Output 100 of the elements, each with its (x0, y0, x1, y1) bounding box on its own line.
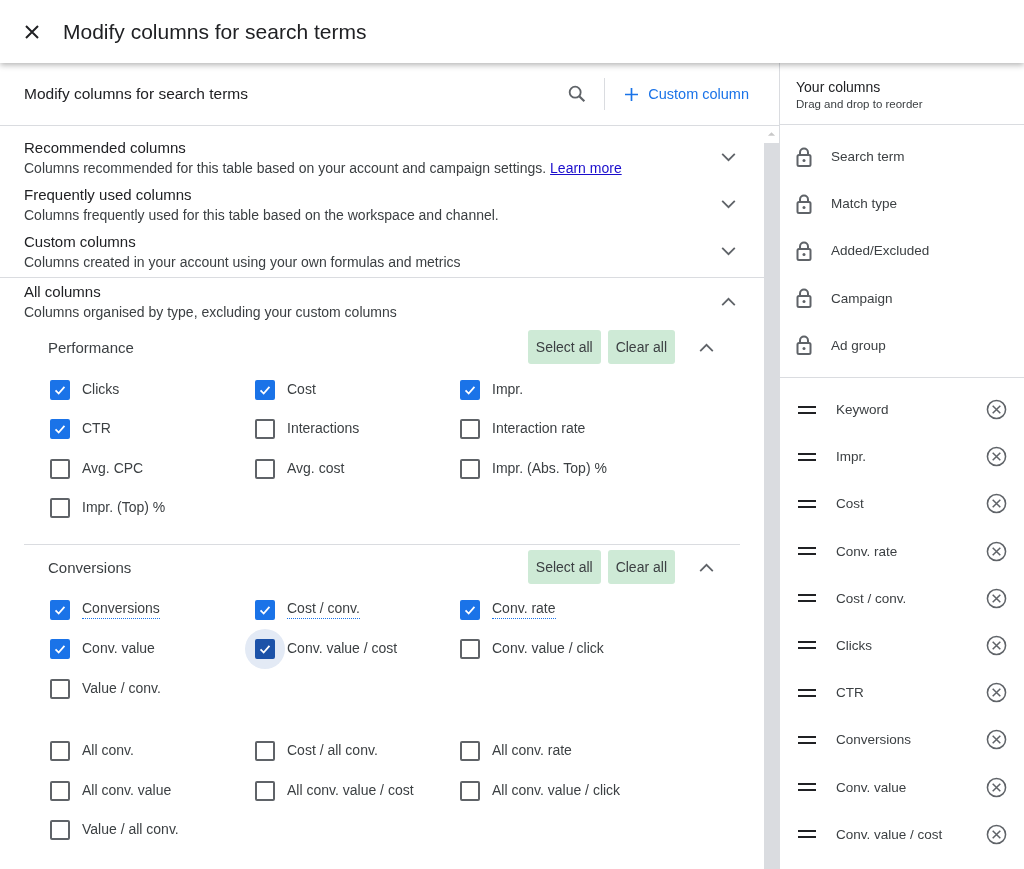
clear-all-button[interactable]: Clear all (607, 330, 675, 364)
drag-handle-icon[interactable] (798, 830, 816, 839)
column-name: CTR (836, 685, 865, 701)
checkbox-label: Interaction rate (492, 420, 586, 439)
checkbox[interactable] (50, 419, 70, 440)
checkbox[interactable] (255, 458, 275, 479)
checkbox-label: Clicks (82, 380, 120, 399)
category-description: Columns created in your account using your own formulas and metrics (24, 252, 462, 272)
checkbox[interactable] (50, 820, 70, 841)
learn-more-link[interactable]: Learn more (550, 159, 622, 176)
drag-handle-icon[interactable] (798, 547, 816, 556)
checkbox[interactable] (255, 741, 275, 762)
checkbox-label: Avg. CPC (82, 459, 144, 478)
column-name: Cost (836, 496, 865, 512)
checkbox[interactable] (460, 379, 480, 400)
category-title: Recommended columns (24, 137, 187, 158)
checkbox-label: Cost / conv. (287, 600, 360, 620)
chevron-up-icon[interactable] (699, 562, 714, 572)
checkbox[interactable] (50, 458, 70, 479)
drag-handle-icon[interactable] (798, 452, 816, 461)
column-name: Keyword (836, 402, 890, 418)
checkbox[interactable] (460, 419, 480, 440)
checkbox[interactable] (255, 599, 275, 620)
remove-icon[interactable] (986, 493, 1007, 515)
drag-handle-icon[interactable] (798, 688, 816, 697)
checkbox-label: All conv. value / click (492, 781, 621, 800)
checkbox[interactable] (460, 458, 480, 479)
checkbox[interactable] (50, 599, 70, 620)
remove-icon[interactable] (986, 682, 1007, 704)
remove-icon[interactable] (986, 729, 1007, 751)
checkbox[interactable] (255, 419, 275, 440)
drag-handle-icon[interactable] (798, 594, 816, 603)
column-name: Conversions (836, 732, 913, 748)
checkbox[interactable] (460, 599, 480, 620)
checkbox-label: Value / all conv. (82, 821, 179, 840)
checkbox-label: Avg. cost (287, 459, 345, 478)
checkbox-label: Conv. rate (492, 600, 556, 620)
column-name: Search term (831, 149, 905, 165)
category-description: Columns organised by type, excluding your custom columns (24, 302, 398, 322)
remove-icon[interactable] (986, 776, 1007, 798)
plus-icon (625, 87, 639, 101)
checkbox-label: Impr. (Abs. Top) % (492, 459, 607, 478)
remove-icon[interactable] (986, 399, 1007, 421)
checkbox-label: Conversions (82, 600, 160, 620)
group-title: Conversions (48, 558, 133, 576)
remove-icon[interactable] (986, 823, 1007, 845)
panel-subtitle: Drag and drop to reorder (796, 98, 924, 110)
remove-icon[interactable] (986, 587, 1007, 609)
checkbox-label: Interactions (287, 420, 360, 439)
drag-handle-icon[interactable] (798, 735, 816, 744)
chevron-down-icon[interactable] (721, 247, 736, 256)
custom-column-button[interactable]: Custom column (623, 82, 755, 106)
select-all-button[interactable]: Select all (527, 550, 601, 584)
checkbox[interactable] (50, 498, 70, 519)
category-title: Frequently used columns (24, 184, 193, 205)
column-name: Conv. rate (836, 543, 899, 559)
chevron-up-icon[interactable] (699, 342, 714, 352)
checkbox-label: Impr. (Top) % (82, 499, 166, 518)
checkbox[interactable] (50, 780, 70, 801)
checkbox[interactable] (50, 639, 70, 660)
drag-handle-icon[interactable] (798, 499, 816, 508)
checkbox[interactable] (460, 639, 480, 660)
lock-icon (796, 288, 812, 309)
chevron-down-icon[interactable] (721, 200, 736, 209)
checkbox[interactable] (50, 379, 70, 400)
checkbox-label: Conv. value / click (492, 640, 604, 659)
remove-icon[interactable] (986, 446, 1007, 468)
chevron-up-icon[interactable] (721, 297, 736, 306)
chevron-down-icon[interactable] (721, 153, 736, 162)
checkbox[interactable] (460, 780, 480, 801)
checkbox[interactable] (255, 379, 275, 400)
column-name: Campaign (831, 290, 893, 306)
drag-handle-icon[interactable] (798, 405, 816, 414)
checkbox-label: Cost (287, 380, 316, 399)
category-description: Columns frequently used for this table based on the workspace and channel. (24, 205, 500, 225)
close-icon[interactable] (24, 23, 40, 40)
drag-handle-icon[interactable] (798, 641, 816, 650)
checkbox[interactable] (50, 678, 70, 699)
remove-icon[interactable] (986, 634, 1007, 656)
remove-icon[interactable] (986, 540, 1007, 562)
checkbox[interactable] (460, 741, 480, 762)
drag-handle-icon[interactable] (798, 783, 816, 792)
lock-icon (796, 335, 812, 356)
panel-title: Modify columns for search terms (24, 85, 249, 103)
checkbox-label: CTR (82, 420, 111, 439)
lock-icon (796, 193, 812, 214)
checkbox[interactable] (255, 639, 275, 660)
checkbox[interactable] (50, 741, 70, 762)
checkbox[interactable] (255, 780, 275, 801)
checkbox-label: All conv. (82, 742, 134, 761)
column-name: Match type (831, 196, 898, 212)
checkbox-label: All conv. value / cost (287, 781, 414, 800)
lock-icon (796, 146, 812, 167)
checkbox-label: All conv. rate (492, 742, 572, 761)
column-name: Clicks (836, 637, 873, 653)
checkbox-label: All conv. value (82, 781, 172, 800)
select-all-button[interactable]: Select all (527, 330, 601, 364)
checkbox-label: Conv. value (82, 640, 155, 659)
dialog-title: Modify columns for search terms (63, 19, 367, 44)
clear-all-button[interactable]: Clear all (607, 550, 675, 584)
